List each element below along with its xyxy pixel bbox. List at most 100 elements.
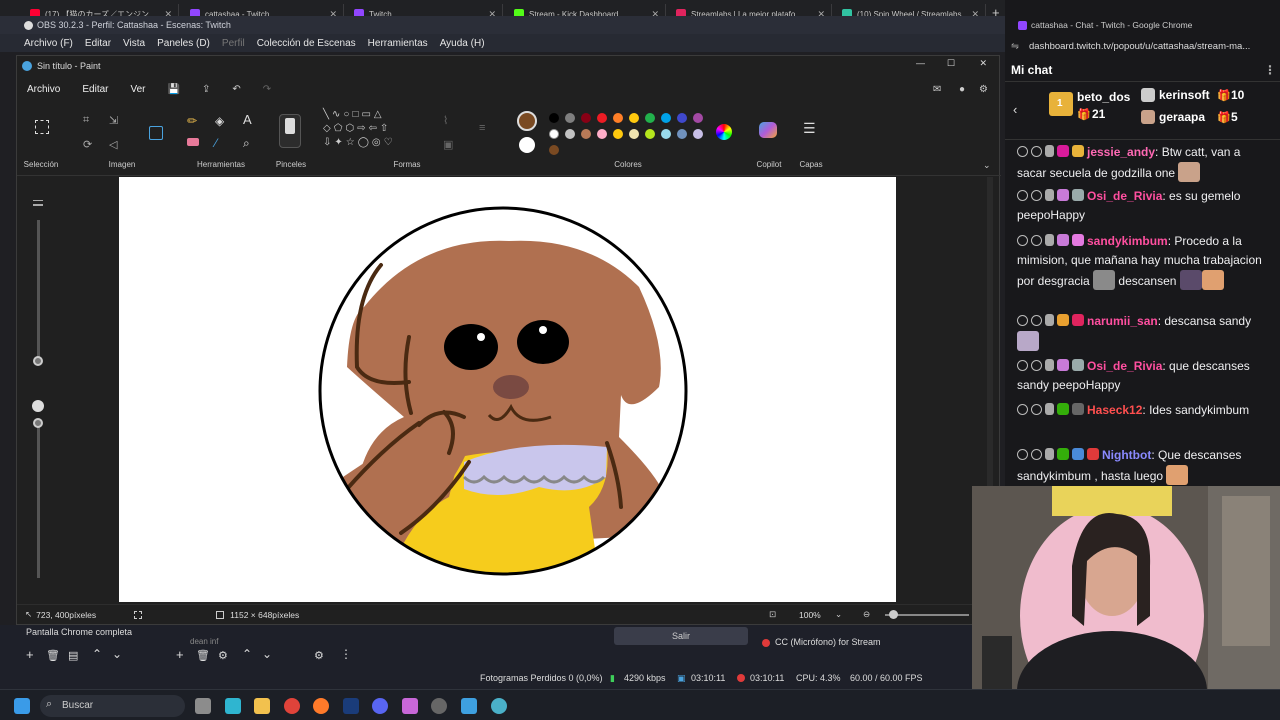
chat-username[interactable]: jessie_andy <box>1087 145 1155 159</box>
menu-archivo[interactable]: Archivo <box>27 84 60 95</box>
color-swatch[interactable] <box>549 113 559 123</box>
move-up-button[interactable]: ⌃ <box>92 647 102 661</box>
remove-scene-button[interactable]: 🗑 <box>46 649 60 662</box>
pencil-icon[interactable]: ✏ <box>187 114 197 128</box>
menu-editar[interactable]: Editar <box>85 38 111 49</box>
fill-icon[interactable]: ◈ <box>215 114 224 128</box>
notepad-icon[interactable] <box>461 698 477 714</box>
color-swatch[interactable] <box>661 129 671 139</box>
chat-username[interactable]: Nightbot <box>1102 448 1151 462</box>
chat-url[interactable]: dashboard.twitch.tv/popout/u/cattashaa/s… <box>1029 41 1250 52</box>
exit-button[interactable]: Salir <box>614 627 748 645</box>
ban-icon[interactable] <box>1017 404 1028 415</box>
eraser-icon[interactable] <box>187 138 199 146</box>
vegas-icon[interactable] <box>343 698 359 714</box>
chevron-down-icon[interactable]: ⌄ <box>983 160 991 171</box>
shapes-gallery[interactable]: ╲∿○□▭△ ◇⬠⬡⇨⇦⇧ ⇩✦☆◯◎♡ <box>323 108 427 156</box>
source-down-button[interactable]: ⌄ <box>262 647 272 661</box>
minimize-button[interactable]: — <box>916 58 925 68</box>
copilot-icon[interactable] <box>759 122 777 138</box>
feedback-icon[interactable]: ✉ <box>933 84 941 95</box>
chat-username[interactable]: sandykimbum <box>1087 234 1168 248</box>
source-item[interactable]: dean inf <box>190 637 218 646</box>
discord-icon[interactable] <box>372 698 388 714</box>
color-swatch[interactable] <box>597 129 607 139</box>
ban-icon[interactable] <box>1017 190 1028 201</box>
trash-icon[interactable] <box>1045 448 1054 460</box>
steam-icon[interactable] <box>431 698 447 714</box>
menu-ayuda[interactable]: Ayuda (H) <box>440 38 485 49</box>
timeout-icon[interactable] <box>1031 360 1042 371</box>
color-swatch[interactable] <box>581 129 591 139</box>
chevron-left-icon[interactable]: ‹ <box>1013 102 1017 117</box>
timeout-icon[interactable] <box>1031 449 1042 460</box>
magnifier-icon[interactable]: ⌕ <box>243 136 250 151</box>
size-slider-handle[interactable] <box>33 356 43 366</box>
zoom-out-icon[interactable]: ⊖ <box>863 609 870 620</box>
color-swatch[interactable] <box>693 113 703 123</box>
windows-start-icon[interactable] <box>14 698 30 714</box>
color-swatch[interactable] <box>645 113 655 123</box>
ban-icon[interactable] <box>1017 449 1028 460</box>
color-swatch[interactable] <box>549 145 559 155</box>
trash-icon[interactable] <box>1045 234 1054 246</box>
color-swatch[interactable] <box>677 113 687 123</box>
chrome-icon[interactable] <box>284 698 300 714</box>
save-icon[interactable]: 💾 <box>168 84 180 95</box>
shape-fill-icon[interactable]: ▣ <box>443 138 453 151</box>
trash-icon[interactable] <box>1045 189 1054 201</box>
file-explorer-icon[interactable] <box>254 698 270 714</box>
chevron-down-icon[interactable]: ⌄ <box>835 609 842 620</box>
maximize-button[interactable]: ☐ <box>947 58 955 69</box>
redo-icon[interactable]: ↷ <box>263 84 271 95</box>
color-swatch[interactable] <box>661 113 671 123</box>
timeout-icon[interactable] <box>1031 404 1042 415</box>
flip-icon[interactable]: ◁ <box>109 138 117 151</box>
scene-filters-button[interactable]: ▤ <box>68 649 78 662</box>
ban-icon[interactable] <box>1017 146 1028 157</box>
layers-icon[interactable]: ☰ <box>803 120 816 137</box>
menu-vista[interactable]: Vista <box>123 38 145 49</box>
move-down-button[interactable]: ⌄ <box>112 647 122 661</box>
zoom-slider-handle[interactable] <box>889 610 898 619</box>
secondary-color-swatch[interactable] <box>519 137 535 153</box>
color-swatch[interactable] <box>613 113 623 123</box>
image-select-icon[interactable] <box>149 126 163 140</box>
color-swatch[interactable] <box>581 113 591 123</box>
firefox-icon[interactable] <box>313 698 329 714</box>
color-swatch[interactable] <box>645 129 655 139</box>
timeout-icon[interactable] <box>1031 235 1042 246</box>
text-icon[interactable]: A <box>243 112 252 127</box>
color-swatch[interactable] <box>629 113 639 123</box>
primary-color-swatch[interactable] <box>517 111 537 131</box>
paint-icon[interactable] <box>491 698 507 714</box>
more-options-button[interactable]: ⋮ <box>340 647 352 661</box>
chat-username[interactable]: narumii_san <box>1087 314 1158 328</box>
settings-icon[interactable]: ⚙ <box>979 84 988 95</box>
drawing-canvas[interactable] <box>119 177 896 602</box>
resize-icon[interactable]: ⇲ <box>109 114 118 127</box>
edge-icon[interactable] <box>225 698 241 714</box>
zoom-level[interactable]: 100% <box>799 610 821 620</box>
color-swatch[interactable] <box>613 129 623 139</box>
add-scene-button[interactable]: + <box>26 647 34 662</box>
rotate-icon[interactable]: ⟳ <box>83 138 92 151</box>
chat-address-bar[interactable]: ⇋ dashboard.twitch.tv/popout/u/cattashaa… <box>1005 36 1280 56</box>
color-swatch[interactable] <box>565 129 575 139</box>
chat-username[interactable]: Osi_de_Rivia <box>1087 359 1162 373</box>
menu-archivo[interactable]: Archivo (F) <box>24 38 73 49</box>
vertical-dots-icon[interactable]: ⋮ <box>1264 63 1276 77</box>
menu-ver[interactable]: Ver <box>130 84 145 95</box>
size-slider[interactable] <box>37 220 40 360</box>
color-swatch[interactable] <box>677 129 687 139</box>
edit-colors-icon[interactable] <box>716 124 732 140</box>
select-tool-icon[interactable] <box>35 120 49 134</box>
trash-icon[interactable] <box>1045 314 1054 326</box>
share-icon[interactable]: ⇪ <box>202 84 210 95</box>
leader-user[interactable]: kerinsoft <box>1159 88 1210 102</box>
color-swatch[interactable] <box>693 129 703 139</box>
task-view-icon[interactable] <box>195 698 211 714</box>
chat-username[interactable]: Haseck12 <box>1087 403 1142 417</box>
ban-icon[interactable] <box>1017 360 1028 371</box>
opacity-slider-handle[interactable] <box>33 418 43 428</box>
